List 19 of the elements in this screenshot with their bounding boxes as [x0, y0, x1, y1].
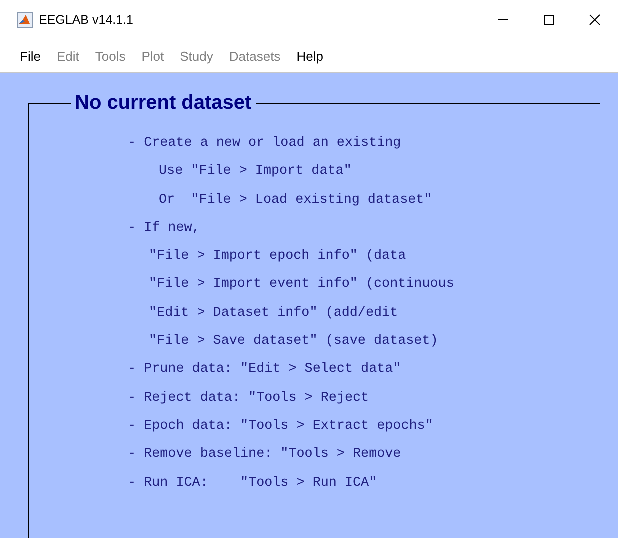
- instruction-text: "File > Save dataset" (save dataset): [149, 334, 438, 350]
- instruction-text: - Prune data: "Edit > Select data": [128, 362, 402, 378]
- window-title: EEGLAB v14.1.1: [39, 13, 135, 27]
- menu-item[interactable]: Help: [296, 48, 332, 64]
- instruction-text: - Epoch data: "Tools > Extract epochs": [128, 418, 434, 434]
- instruction-text: Use "File > Import data": [159, 164, 352, 180]
- instruction-text: "File > Import epoch info" (data: [149, 249, 406, 264]
- maximize-icon[interactable]: [543, 14, 555, 26]
- instruction-text: - Create a new or load an existing: [128, 136, 402, 151]
- close-icon[interactable]: [589, 14, 601, 26]
- app-logo-icon: [17, 12, 33, 28]
- instruction-text: "Edit > Dataset info" (add/edit: [149, 306, 398, 321]
- instruction-text: - Run ICA: "Tools > Run ICA": [128, 476, 378, 491]
- instruction-text: Or "File > Load existing dataset": [159, 192, 432, 208]
- instruction-text: "File > Import event info" (continuous: [149, 277, 454, 292]
- instruction-text: - If new,: [128, 220, 200, 236]
- instruction-text: - Reject data: "Tools > Reject: [128, 390, 370, 406]
- menu-item[interactable]: File: [20, 48, 50, 64]
- instruction-text: - Remove baseline: "Tools > Remove: [128, 447, 402, 462]
